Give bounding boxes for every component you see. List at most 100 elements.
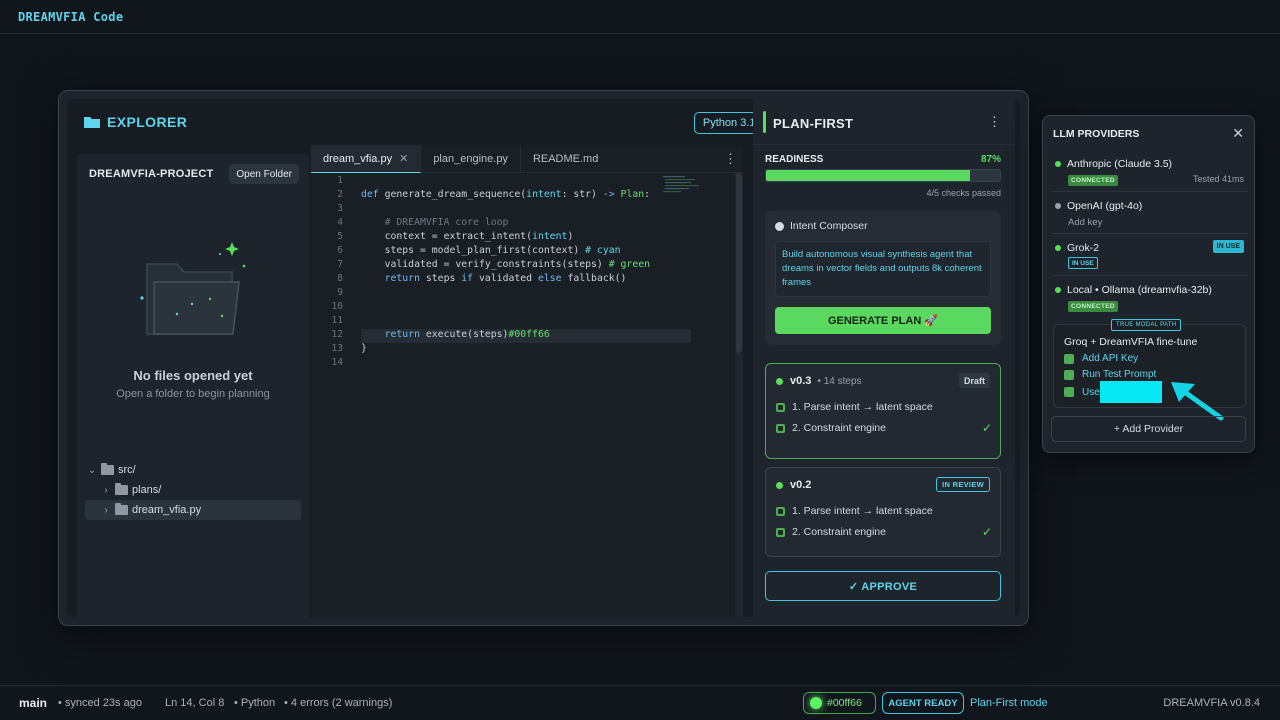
- line-number: 3: [337, 203, 343, 214]
- line-number: 8: [337, 273, 343, 284]
- error-count[interactable]: • 4 errors (2 warnings): [284, 697, 392, 709]
- code-editor[interactable]: dream_vfia.py ✕ plan_engine.py README.md…: [311, 145, 743, 617]
- provider-item-ollama[interactable]: Local • Ollama (dreamvfia-32b) CONNECTED: [1051, 276, 1248, 318]
- status-bar: main • synced 23s ago Ln 14, Col 8 • Pyt…: [0, 685, 1280, 720]
- tree-item-label: plans/: [132, 484, 162, 496]
- chevron-down-icon: ⌄: [87, 464, 97, 476]
- status-badge: CONNECTED: [1068, 301, 1118, 312]
- line-number: 6: [337, 245, 343, 256]
- checks-status: 4/5 checks passed: [926, 188, 1001, 198]
- generate-plan-button[interactable]: GENERATE PLAN 🚀: [775, 307, 991, 334]
- git-branch[interactable]: main: [19, 696, 47, 710]
- more-icon[interactable]: ⋮: [724, 151, 737, 167]
- plan-step[interactable]: 2. Constraint engine ✓: [776, 525, 992, 539]
- scrollbar-thumb[interactable]: [736, 173, 742, 353]
- plan-accent-bar: [763, 111, 766, 133]
- checkbox[interactable]: [776, 423, 785, 433]
- mode-indicator[interactable]: Plan-First mode: [970, 697, 1048, 709]
- plan-step[interactable]: 1. Parse intent → latent space: [776, 401, 992, 413]
- add-provider-button[interactable]: + Add Provider: [1051, 416, 1246, 442]
- add-api-key-action[interactable]: Add API Key: [1064, 353, 1138, 364]
- line-number-gutter: 1 2 3 4 5 6 7 8 9 10 11 12 13 14: [311, 175, 347, 371]
- tree-item-src[interactable]: ⌄ src/: [85, 460, 301, 480]
- file-tree: ⌄ src/ › plans/ › dream_vfia.py: [85, 460, 301, 520]
- code-token: #00ff66: [508, 329, 550, 340]
- code-token: : str): [561, 189, 603, 200]
- chevron-right-icon: ›: [104, 484, 108, 496]
- tab-readme[interactable]: README.md: [521, 145, 610, 173]
- open-folder-button[interactable]: Open Folder: [229, 164, 299, 184]
- provider-name: Anthropic (Claude 3.5): [1055, 158, 1172, 170]
- checkbox: [1064, 387, 1074, 397]
- highlight-block: [1099, 381, 1162, 403]
- intent-textarea[interactable]: Build autonomous visual synthesis agent …: [775, 241, 991, 297]
- plan-title: PLAN-FIRST: [773, 116, 854, 131]
- code-token: else: [537, 273, 562, 284]
- provider-item-grok[interactable]: Grok-2 IN USE IN USE: [1051, 234, 1248, 276]
- app-title: DREAMVFIA Code: [18, 9, 124, 24]
- minimap[interactable]: [663, 175, 703, 195]
- main-window: EXPLORER Python 3.11 • venv DREAMVFIA-PR…: [58, 90, 1029, 626]
- close-icon[interactable]: ✕: [399, 152, 408, 165]
- tree-item-plans[interactable]: › plans/: [85, 480, 301, 500]
- readiness-label: READINESS: [765, 154, 824, 165]
- checkbox[interactable]: [776, 527, 785, 537]
- plan-step[interactable]: 1. Parse intent → latent space: [776, 505, 992, 517]
- checkbox[interactable]: [776, 402, 785, 412]
- gear-icon: [775, 221, 784, 231]
- code-line-current: return execute(steps)#00ff66: [361, 329, 691, 343]
- run-test-prompt-action[interactable]: Run Test Prompt: [1064, 369, 1156, 380]
- checkbox[interactable]: [776, 506, 785, 516]
- color-chip[interactable]: #00ff66: [803, 692, 876, 714]
- agent-status-badge[interactable]: AGENT READY: [882, 692, 964, 714]
- explorer-header: EXPLORER Python 3.11 • venv: [67, 99, 809, 145]
- language-mode[interactable]: • Python: [234, 697, 275, 709]
- cursor-position[interactable]: Ln 14, Col 8: [165, 697, 224, 709]
- provider-list: Anthropic (Claude 3.5) CONNECTED Tested …: [1051, 150, 1248, 318]
- title-bar: DREAMVFIA Code: [0, 0, 1280, 34]
- folder-icon: [83, 115, 101, 129]
- empty-folder-illustration: [132, 214, 252, 344]
- code-token: fallback(): [561, 273, 627, 284]
- status-dot: [776, 377, 783, 385]
- editor-scrollbar[interactable]: [735, 173, 743, 617]
- status-badge: IN REVIEW: [936, 477, 990, 492]
- more-icon[interactable]: ⋮: [988, 114, 1001, 130]
- tab-label: dream_vfia.py: [323, 152, 393, 165]
- intent-composer: Intent Composer Build autonomous visual …: [765, 211, 1001, 345]
- approve-button[interactable]: ✓ APPROVE: [765, 571, 1001, 601]
- editor-tabs: dream_vfia.py ✕ plan_engine.py README.md…: [311, 145, 743, 173]
- tree-item-dream-vfia[interactable]: › dream_vfia.py: [85, 500, 301, 520]
- plan-panel: PLAN-FIRST ⋮ READINESS 87% 4/5 checks pa…: [753, 99, 1015, 617]
- step-label: 2. Constraint engine: [792, 422, 886, 434]
- plan-step[interactable]: 2. Constraint engine ✓: [776, 421, 992, 435]
- line-number: 13: [331, 343, 343, 354]
- groq-title: Groq + DreamVFIA fine-tune: [1064, 336, 1198, 348]
- code-token: Plan: [614, 189, 645, 200]
- step-label: 1. Parse intent → latent space: [792, 505, 933, 517]
- add-key-link[interactable]: Add key: [1068, 217, 1102, 228]
- close-icon[interactable]: ✕: [1232, 125, 1244, 142]
- tab-plan-engine[interactable]: plan_engine.py: [421, 145, 521, 173]
- provider-name: OpenAI (gpt-4o): [1055, 200, 1142, 212]
- line-number: 14: [331, 357, 343, 368]
- plan-version-card[interactable]: v0.2 IN REVIEW 1. Parse intent → latent …: [765, 467, 1001, 557]
- tab-dream-vfia[interactable]: dream_vfia.py ✕: [311, 145, 422, 173]
- code-token: steps = model_plan_first(context): [361, 245, 586, 256]
- action-label: Use: [1082, 386, 1100, 398]
- llm-providers-panel: LLM PROVIDERS ✕ Anthropic (Claude 3.5) C…: [1042, 115, 1255, 453]
- code-token: intent: [526, 189, 562, 200]
- empty-state-subtitle: Open a folder to begin planning: [116, 388, 270, 400]
- modal-path-tag: TRUE MODAL PATH: [1111, 319, 1182, 331]
- provider-name: Grok-2: [1055, 242, 1099, 254]
- chevron-right-icon: ›: [104, 504, 108, 516]
- code-line: def generate_dream_sequence(intent: str)…: [361, 189, 691, 203]
- provider-item-anthropic[interactable]: Anthropic (Claude 3.5) CONNECTED Tested …: [1051, 150, 1248, 192]
- provider-label: OpenAI (gpt-4o): [1067, 200, 1143, 212]
- provider-item-openai[interactable]: OpenAI (gpt-4o) Add key: [1051, 192, 1248, 234]
- use-provider-action[interactable]: Use: [1064, 381, 1162, 403]
- code-area: def generate_dream_sequence(intent: str)…: [361, 175, 691, 371]
- plan-version-card[interactable]: v0.3 • 14 steps Draft 1. Parse intent → …: [765, 363, 1001, 459]
- line-number: 9: [337, 287, 343, 298]
